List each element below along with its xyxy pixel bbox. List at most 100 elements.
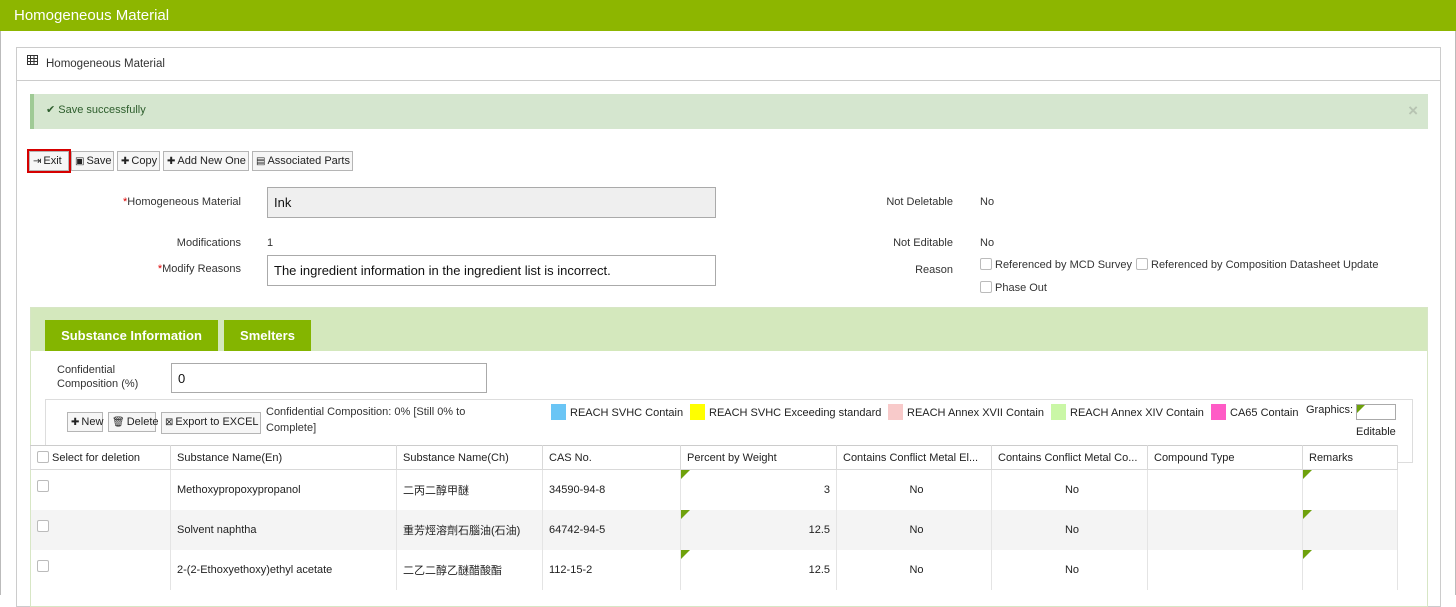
substance-ch-cell: 重芳烴溶劑石腦油(石油) [396,509,543,550]
reason-label: Reason [915,264,953,276]
not-editable-value: No [980,237,995,249]
not-deletable-label: Not Deletable [886,196,953,208]
editable-graphic [1356,404,1396,420]
remarks-cell[interactable] [1302,469,1398,510]
confidential-input[interactable]: 0 [171,363,487,393]
homogeneous-material-label: *Homogeneous Material [122,196,241,208]
modify-reasons-field[interactable]: The ingredient information in the ingred… [267,255,716,286]
alert-message: Save successfully [58,104,146,116]
cas-cell: 64742-94-5 [542,509,681,550]
header-substance-ch[interactable]: Substance Name(Ch) [396,445,543,470]
header-percent[interactable]: Percent by Weight [680,445,837,470]
conflict-el-cell: No [836,509,992,550]
copy-button[interactable]: ✚ Copy [117,151,160,171]
table-header-row: Select for deletion Substance Name(En) S… [30,445,1398,470]
excel-icon: ⊠ [165,417,174,428]
color-swatch [551,404,566,420]
exit-button[interactable]: ⇥ Exit [27,149,71,173]
conflict-co-cell: No [991,509,1148,550]
remarks-cell[interactable] [1302,509,1398,550]
checkbox[interactable] [980,281,992,293]
editable-marker [681,549,690,559]
panel-header: Homogeneous Material [17,48,1440,81]
exit-icon: ⇥ [33,156,42,167]
confidential-label: Confidential Composition (%) [57,364,139,390]
success-alert: ✔ Save successfully × [30,94,1428,129]
tab-smelters[interactable]: Smelters [224,320,311,351]
modify-reasons-label: *Modify Reasons [157,263,241,275]
export-excel-button[interactable]: ⊠ Export to EXCEL [161,412,261,434]
new-button[interactable]: ✚ New [67,412,103,432]
color-swatch [888,404,903,420]
not-deletable-value: No [980,196,995,208]
header-substance-en[interactable]: Substance Name(En) [170,445,397,470]
plus-icon: ✚ [71,417,80,428]
substance-en-cell: Solvent naphtha [170,509,397,550]
compound-type-cell [1147,509,1303,550]
table-row: 2-(2-Ethoxyethoxy)ethyl acetate 二乙二醇乙醚醋酸… [30,549,1398,590]
table-icon [27,46,38,79]
conflict-el-cell: No [836,549,992,590]
modifications-value: 1 [267,237,274,249]
row-checkbox[interactable] [36,519,49,532]
editable-marker [1303,509,1312,519]
copy-label: Copy [131,155,158,167]
checkbox[interactable] [980,258,992,270]
legend-ca65-contain: CA65 Contain [1211,404,1299,420]
row-checkbox[interactable] [36,559,49,572]
header-compound-type[interactable]: Compound Type [1147,445,1303,470]
tab-substance-information[interactable]: Substance Information [45,320,218,351]
header-conflict-co[interactable]: Contains Conflict Metal Co... [991,445,1148,470]
percent-cell[interactable]: 12.5 [680,549,837,590]
substance-en-cell: 2-(2-Ethoxyethoxy)ethyl acetate [170,549,397,590]
table-row: Solvent naphtha 重芳烴溶劑石腦油(石油) 64742-94-5 … [30,509,1398,550]
header-remarks[interactable]: Remarks [1302,445,1398,470]
select-all-checkbox[interactable] [37,451,49,463]
cas-cell: 112-15-2 [542,549,681,590]
reason-option-phase-out[interactable]: Phase Out [980,281,1047,294]
modifications-label: Modifications [176,237,241,249]
header-conflict-el[interactable]: Contains Conflict Metal El... [836,445,992,470]
add-new-button[interactable]: ✚ Add New One [163,151,249,171]
compound-type-cell [1147,549,1303,590]
delete-button[interactable]: 🗑 Delete [108,412,159,432]
close-icon[interactable]: × [1408,94,1418,127]
header-select[interactable]: Select for deletion [30,445,171,470]
save-button[interactable]: ▣ Save [71,151,114,171]
editable-marker [1303,549,1312,559]
floppy-icon: ▣ [75,156,85,167]
row-select-cell [30,549,171,590]
plus-icon: ✚ [167,156,176,167]
editable-marker [1303,470,1312,479]
associated-parts-label: Associated Parts [267,155,350,167]
row-select-cell [30,509,171,550]
legend-reach-svhc-contain: REACH SVHC Contain [551,404,683,420]
percent-cell[interactable]: 3 [680,469,837,510]
percent-cell[interactable]: 12.5 [680,509,837,550]
panel-title: Homogeneous Material [46,58,165,70]
table-row: Methoxypropoxypropanol 二丙二醇甲醚 34590-94-8… [30,469,1398,510]
legend-reach-svhc-exceeding: REACH SVHC Exceeding standard [690,404,881,420]
checkbox[interactable] [1136,258,1148,270]
row-select-cell [30,469,171,510]
cas-cell: 34590-94-8 [542,469,681,510]
document-icon: ▤ [256,156,266,167]
reason-option-cds[interactable]: Referenced by Composition Datasheet Upda… [1136,258,1378,271]
homogeneous-material-field[interactable]: Ink [267,187,716,218]
associated-parts-button[interactable]: ▤ Associated Parts [252,151,353,171]
check-icon: ✔ [46,104,56,116]
remarks-cell[interactable] [1302,549,1398,590]
trash-icon: 🗑 [112,417,125,428]
legend-reach-annex-xiv: REACH Annex XIV Contain [1051,404,1204,420]
row-checkbox[interactable] [36,480,49,492]
substance-en-cell: Methoxypropoxypropanol [170,469,397,510]
window-title: Homogeneous Material [0,0,1456,31]
reason-option-mcd[interactable]: Referenced by MCD Survey [980,258,1132,271]
graphics-label: Graphics: [1306,404,1354,416]
exit-label: Exit [43,155,62,167]
substance-table: Select for deletion Substance Name(En) S… [30,445,1398,590]
editable-marker [681,509,690,519]
header-cas[interactable]: CAS No. [542,445,681,470]
compound-type-cell [1147,469,1303,510]
page-container: Homogeneous Material ✔ Save successfully… [0,31,1456,607]
